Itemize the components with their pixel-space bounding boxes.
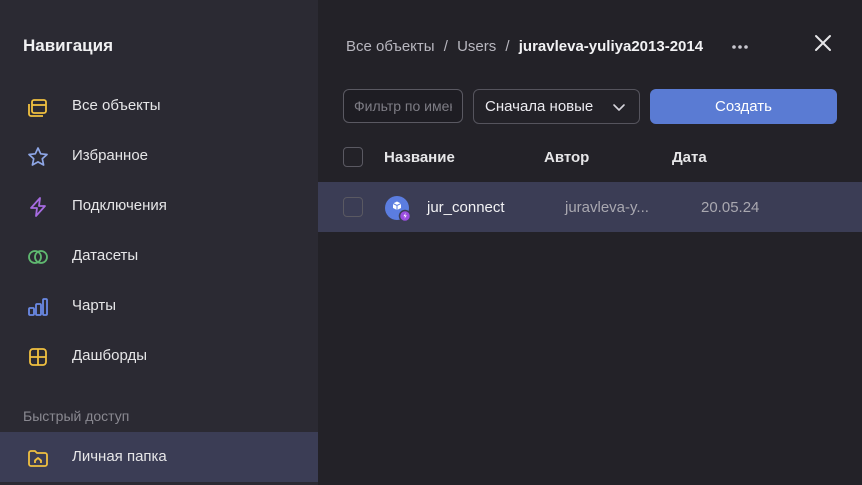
filter-input[interactable]	[343, 89, 463, 123]
create-button[interactable]: Создать	[650, 89, 837, 124]
sidebar-item-datasets[interactable]: Датасеты	[0, 231, 318, 281]
close-button[interactable]	[811, 31, 835, 55]
sidebar-item-dashboards[interactable]: Дашборды	[0, 331, 318, 381]
sidebar-item-label: Личная папка	[72, 448, 167, 465]
chart-icon	[25, 294, 50, 319]
navigation-sidebar: Навигация Все объекты Избранное Подключе…	[0, 0, 318, 485]
row-name[interactable]: jur_connect	[427, 199, 505, 216]
select-all-checkbox[interactable]	[343, 147, 363, 167]
row-checkbox[interactable]	[343, 197, 363, 217]
sidebar-item-label: Датасеты	[72, 247, 139, 264]
star-icon	[25, 144, 50, 169]
chevron-down-icon	[611, 99, 627, 119]
sort-select[interactable]: Сначала новые	[473, 89, 640, 124]
sidebar-item-label: Дашборды	[72, 347, 147, 364]
dataset-icon	[25, 244, 50, 269]
personal-folder-icon	[25, 445, 50, 470]
breadcrumb-separator: /	[505, 38, 510, 55]
sort-label: Сначала новые	[485, 98, 594, 115]
breadcrumb-separator: /	[443, 38, 448, 55]
sidebar-title: Навигация	[23, 36, 113, 55]
sidebar-item-label: Все объекты	[72, 97, 161, 114]
breadcrumb: Все объекты / Users / juravleva-yuliya20…	[346, 38, 703, 55]
column-header-date[interactable]: Дата	[672, 149, 707, 166]
all-objects-icon	[25, 94, 50, 119]
content-panel	[318, 0, 862, 485]
sidebar-item-all-objects[interactable]: Все объекты	[0, 81, 318, 131]
sidebar-item-connections[interactable]: Подключения	[0, 181, 318, 231]
close-icon	[815, 35, 831, 51]
breadcrumb-item-all-objects[interactable]: Все объекты	[346, 38, 435, 55]
more-options-button[interactable]	[729, 36, 751, 58]
sidebar-item-label: Избранное	[72, 147, 149, 164]
row-author: juravleva-y...	[565, 199, 649, 216]
sidebar-item-charts[interactable]: Чарты	[0, 281, 318, 331]
row-date: 20.05.24	[701, 199, 760, 216]
column-header-author[interactable]: Автор	[544, 149, 589, 166]
sidebar-item-favorites[interactable]: Избранное	[0, 131, 318, 181]
more-dots-icon	[732, 45, 748, 49]
connection-icon	[25, 194, 50, 219]
sidebar-item-personal-folder[interactable]: Личная папка	[0, 432, 318, 482]
sidebar-item-label: Подключения	[72, 197, 167, 214]
breadcrumb-item-users[interactable]: Users	[457, 38, 496, 55]
quick-access-label: Быстрый доступ	[23, 408, 130, 424]
breadcrumb-current: juravleva-yuliya2013-2014	[518, 38, 704, 55]
connection-object-icon	[384, 195, 412, 223]
dashboard-icon	[25, 344, 50, 369]
sidebar-item-label: Чарты	[72, 297, 117, 314]
column-header-name[interactable]: Название	[384, 149, 455, 166]
